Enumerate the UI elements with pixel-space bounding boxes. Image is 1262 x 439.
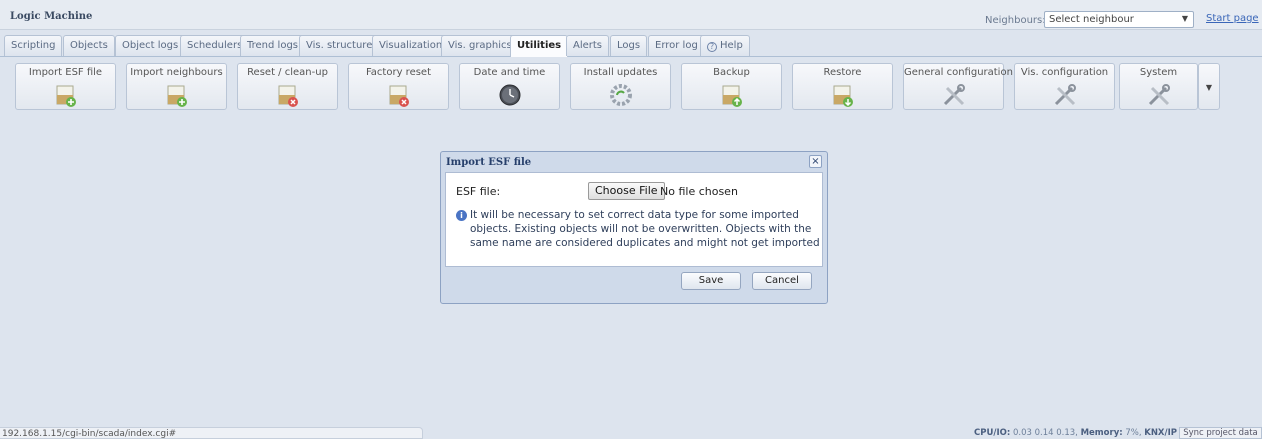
close-icon[interactable]: × — [809, 155, 822, 168]
knx-label: KNX/IP — [1144, 428, 1177, 438]
help-icon: ? — [707, 42, 717, 52]
cancel-button[interactable]: Cancel — [752, 272, 812, 290]
restore-button[interactable]: Restore — [792, 63, 893, 110]
system-label: System — [1139, 67, 1178, 78]
restore-icon — [833, 85, 853, 107]
tab-error-log[interactable]: Error log — [648, 35, 705, 56]
reset-cleanup-label: Reset / clean-up — [247, 67, 328, 78]
import-esf-label: Import ESF file — [28, 67, 103, 78]
tools-icon — [943, 84, 965, 106]
status-bar: 192.168.1.15/cgi-bin/scada/index.cgi# CP… — [0, 427, 1262, 439]
install-updates-button[interactable]: Install updates — [570, 63, 671, 110]
tab-logs[interactable]: Logs — [610, 35, 648, 56]
tools-icon — [1148, 84, 1170, 106]
import-esf-icon — [56, 85, 76, 107]
vis-configuration-label: Vis. configuration — [1020, 67, 1109, 78]
system-button[interactable]: System — [1119, 63, 1198, 110]
tab-trend-logs[interactable]: Trend logs — [240, 35, 306, 56]
install-updates-label: Install updates — [583, 67, 658, 78]
restore-label: Restore — [823, 67, 862, 78]
clock-icon — [499, 84, 520, 106]
tab-utilities[interactable]: Utilities — [510, 35, 569, 57]
info-message: It will be necessary to set correct data… — [470, 209, 820, 249]
sync-project-button[interactable]: Sync project data — [1179, 427, 1262, 439]
neighbours-label: Neighbours: — [985, 15, 1046, 26]
app-title: Logic Machine — [10, 11, 93, 22]
dialog-body: ESF file: Choose File No file chosen i I… — [445, 172, 823, 267]
tab-vis-graphics[interactable]: Vis. graphics — [441, 35, 519, 56]
status-url: 192.168.1.15/cgi-bin/scada/index.cgi# — [0, 427, 423, 439]
date-time-label: Date and time — [473, 67, 546, 78]
cpu-value: 0.03 0.14 0.13, — [1012, 428, 1078, 438]
backup-icon — [722, 85, 742, 107]
start-page-link[interactable]: Start page — [1206, 13, 1259, 24]
esf-file-label: ESF file: — [456, 185, 501, 198]
reset-cleanup-button[interactable]: Reset / clean-up — [237, 63, 338, 110]
gear-update-icon — [609, 84, 632, 106]
import-neighbours-label: Import neighbours — [130, 67, 223, 78]
tab-schedulers[interactable]: Schedulers — [180, 35, 250, 56]
factory-reset-button[interactable]: Factory reset — [348, 63, 449, 110]
tab-help[interactable]: ? Help — [700, 35, 750, 56]
general-configuration-button[interactable]: General configuration — [903, 63, 1013, 110]
chevron-down-icon: ▼ — [1205, 83, 1213, 92]
utilities-toolbar: Import ESF file Import neighbours Reset … — [0, 60, 1262, 115]
memory-value: 7%, — [1125, 428, 1142, 438]
tab-object-logs[interactable]: Object logs — [115, 35, 186, 56]
tab-help-label: Help — [720, 40, 743, 51]
cpu-label: CPU/IO: — [974, 428, 1011, 438]
info-icon: i — [456, 210, 467, 221]
import-esf-dialog: Import ESF file × ESF file: Choose File … — [440, 151, 828, 304]
top-bar: Logic Machine Neighbours: Select neighbo… — [0, 0, 1262, 30]
tab-vis-structure[interactable]: Vis. structure — [299, 35, 380, 56]
import-neighbours-button[interactable]: Import neighbours — [126, 63, 227, 110]
dialog-title: Import ESF file — [446, 157, 532, 168]
factory-reset-label: Factory reset — [365, 67, 432, 78]
tab-visualization[interactable]: Visualization — [372, 35, 450, 56]
memory-label: Memory: — [1080, 428, 1123, 438]
backup-label: Backup — [713, 67, 750, 78]
import-esf-button[interactable]: Import ESF file — [15, 63, 116, 110]
system-dropdown-button[interactable]: ▼ — [1198, 63, 1220, 110]
tools-icon — [1054, 84, 1076, 106]
tab-objects[interactable]: Objects — [63, 35, 115, 56]
neighbour-select[interactable]: Select neighbour ▼ — [1044, 11, 1194, 28]
backup-button[interactable]: Backup — [681, 63, 782, 110]
vis-configuration-button[interactable]: Vis. configuration — [1014, 63, 1115, 110]
choose-file-button[interactable]: Choose File — [588, 182, 665, 200]
general-configuration-label: General configuration — [904, 67, 1013, 78]
file-status-text: No file chosen — [660, 185, 738, 198]
reset-icon — [278, 85, 298, 107]
system-stats: CPU/IO: 0.03 0.14 0.13, Memory: 7%, KNX/… — [974, 428, 1177, 438]
save-button[interactable]: Save — [681, 272, 741, 290]
dropdown-arrow-icon: ▼ — [1181, 14, 1188, 23]
tab-scripting[interactable]: Scripting — [4, 35, 63, 56]
neighbour-select-value: Select neighbour — [1049, 14, 1134, 25]
main-tabs: Scripting Objects Object logs Schedulers… — [0, 35, 1262, 57]
date-time-button[interactable]: Date and time — [459, 63, 560, 110]
factory-reset-icon — [389, 85, 409, 107]
import-neighbours-icon — [167, 85, 187, 107]
tab-alerts[interactable]: Alerts — [566, 35, 610, 56]
